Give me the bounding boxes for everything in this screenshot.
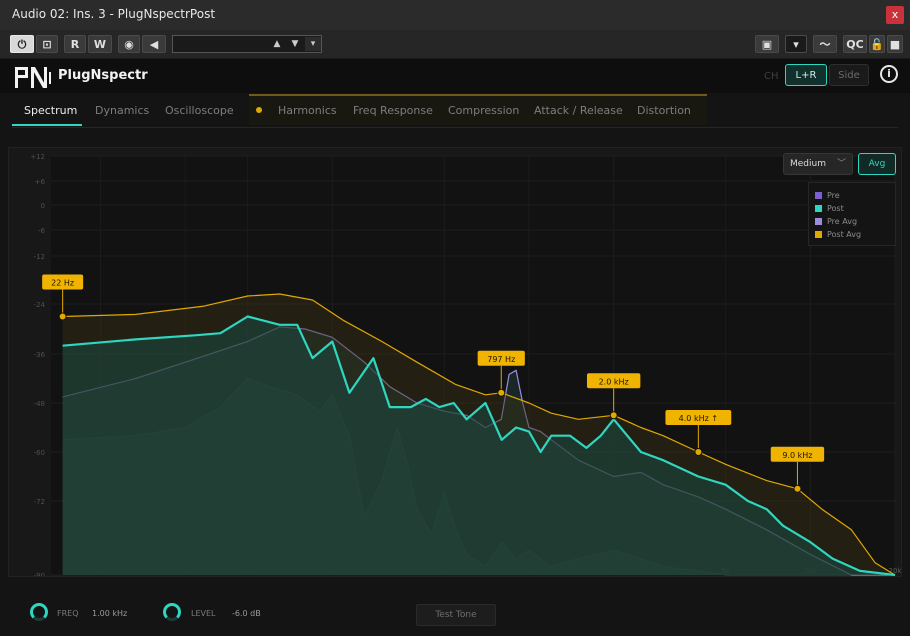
y-tick-label: 0: [41, 202, 45, 210]
tab-distortion[interactable]: Distortion: [637, 104, 691, 117]
switch-button[interactable]: ◀: [142, 35, 166, 53]
y-tick-label: -48: [34, 400, 45, 408]
quick-controls-button[interactable]: QC: [843, 35, 867, 53]
plugin-header: PlugNspectr CH L+R Side i: [0, 59, 910, 93]
legend-item-pre: Pre: [815, 189, 895, 202]
snapshot-button[interactable]: ▣: [755, 35, 779, 53]
power-icon: ⏻: [17, 38, 27, 51]
tab-compression[interactable]: Compression: [448, 104, 519, 117]
options-dropdown[interactable]: ▾: [785, 35, 807, 53]
legend-item-post: Post: [815, 202, 895, 215]
mode-side-button[interactable]: Side: [829, 64, 869, 86]
legend-swatch: [815, 218, 822, 225]
level-knob[interactable]: [163, 603, 181, 621]
chevron-down-icon: ▾: [793, 38, 799, 51]
write-automation-button[interactable]: W: [88, 35, 112, 53]
chevron-down-icon: ﹀: [836, 159, 846, 169]
square-icon: ■: [889, 38, 901, 51]
arrow-left-icon: ◀: [149, 38, 159, 51]
y-tick-label: +12: [30, 153, 45, 161]
legend-label: Pre Avg: [827, 217, 858, 226]
read-automation-button[interactable]: R: [64, 35, 86, 53]
preset-up-icon[interactable]: ▲: [269, 37, 285, 51]
close-button[interactable]: x: [886, 6, 904, 24]
marker-label: 797 Hz: [487, 355, 515, 364]
window-title: Audio 02: Ins. 3 - PlugNspectrPost: [12, 7, 216, 21]
legend-swatch: [815, 192, 822, 199]
tab-spectrum[interactable]: Spectrum: [24, 104, 77, 117]
y-tick-label: -36: [34, 351, 46, 359]
marker-label: 22 Hz: [51, 279, 74, 288]
y-tick-label: -6: [38, 227, 46, 235]
y-tick-label: +6: [35, 178, 46, 186]
y-tick-label: -12: [34, 253, 45, 261]
marker-label: 4.0 kHz ↑: [679, 414, 718, 423]
bottom-controls: FREQ 1.00 kHz LEVEL -6.0 dB Test Tone: [0, 596, 910, 636]
preset-field[interactable]: ▲ ▼ ▾: [172, 35, 322, 53]
legend-swatch: [815, 231, 822, 238]
bypass-power-button[interactable]: ⏻: [10, 35, 34, 53]
info-icon[interactable]: i: [880, 65, 898, 83]
tab-attack-release[interactable]: Attack / Release: [534, 104, 623, 117]
tab-harmonics[interactable]: Harmonics: [278, 104, 337, 117]
averaging-select[interactable]: Medium ﹀: [783, 153, 853, 175]
lock-button[interactable]: 🔓: [869, 35, 885, 53]
plugnspectr-logo: [15, 67, 51, 88]
tab-dynamics[interactable]: Dynamics: [95, 104, 149, 117]
marker-label: 9.0 kHz: [782, 451, 812, 460]
avg-toggle-button[interactable]: Avg: [858, 153, 896, 175]
marker-label: 2.0 kHz: [599, 377, 629, 386]
legend-label: Post: [827, 204, 844, 213]
camera-icon: ▣: [761, 38, 773, 51]
waveform-icon: 〜: [819, 38, 831, 51]
marker-dot: [497, 388, 506, 397]
tab-divider: [12, 127, 898, 128]
level-label: LEVEL: [191, 609, 216, 618]
y-tick-label: -72: [34, 498, 45, 506]
lock-icon: 🔓: [870, 38, 884, 51]
tab-oscilloscope[interactable]: Oscilloscope: [165, 104, 234, 117]
marker-dot: [793, 484, 802, 493]
legend-label: Post Avg: [827, 230, 862, 239]
y-tick-label: -90: [34, 572, 45, 576]
tab-bar: Spectrum Dynamics Oscilloscope Harmonics…: [0, 93, 910, 128]
averaging-value: Medium: [790, 159, 826, 169]
active-tab-underline: [12, 124, 82, 126]
mode-lr-button[interactable]: L+R: [785, 64, 827, 86]
view-button[interactable]: ■: [887, 35, 903, 53]
y-tick-label: -24: [34, 301, 46, 309]
channel-label: CH: [764, 71, 779, 82]
brand-name: PlugNspectr: [58, 68, 148, 83]
test-tone-button[interactable]: Test Tone: [416, 604, 496, 626]
freq-knob[interactable]: [30, 603, 48, 621]
deactivate-icon: ⊡: [42, 38, 52, 51]
marker-dot: [58, 312, 67, 321]
legend-label: Pre: [827, 191, 840, 200]
spectrum-panel: +12+60-6-12-24-36-48-60-72-9030601002005…: [8, 147, 902, 577]
preset-dropdown-icon[interactable]: ▾: [305, 37, 321, 51]
sidechain-button[interactable]: ◉: [118, 35, 140, 53]
chart-legend: Pre Post Pre Avg Post Avg: [808, 182, 896, 246]
marker-dot: [694, 448, 703, 456]
legend-swatch: [815, 205, 822, 212]
legend-item-post-avg: Post Avg: [815, 228, 895, 241]
preset-down-icon[interactable]: ▼: [287, 37, 303, 51]
y-tick-label: -60: [34, 449, 45, 457]
plugin-window: Audio 02: Ins. 3 - PlugNspectrPost x ⏻ ⊡…: [0, 0, 910, 636]
pro-indicator-dot: [256, 107, 262, 113]
host-toolbar: ⏻ ⊡ R W ◉ ◀ ▲ ▼ ▾ ▣ ▾ 〜 QC 🔓 ■: [0, 30, 910, 59]
freq-value: 1.00 kHz: [92, 609, 128, 618]
marker-dot: [609, 411, 618, 420]
title-bar: Audio 02: Ins. 3 - PlugNspectrPost x: [0, 0, 910, 30]
deactivate-button[interactable]: ⊡: [36, 35, 58, 53]
level-value: -6.0 dB: [232, 609, 261, 618]
legend-item-pre-avg: Pre Avg: [815, 215, 895, 228]
sidechain-icon: ◉: [124, 38, 134, 51]
spectrum-chart: +12+60-6-12-24-36-48-60-72-9030601002005…: [30, 153, 901, 576]
activity-button[interactable]: 〜: [813, 35, 837, 53]
freq-label: FREQ: [57, 609, 79, 618]
tab-freq-response[interactable]: Freq Response: [353, 104, 433, 117]
